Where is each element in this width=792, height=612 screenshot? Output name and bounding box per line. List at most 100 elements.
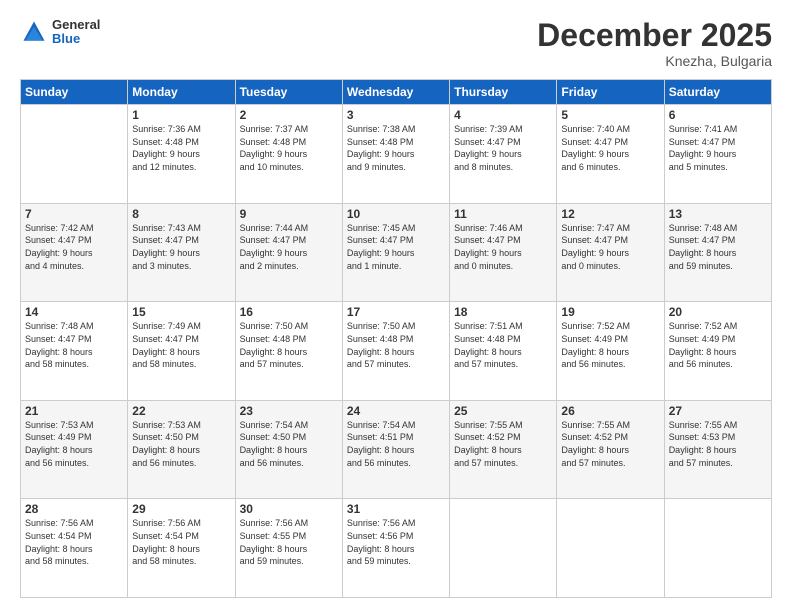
day-info: Sunrise: 7:42 AMSunset: 4:47 PMDaylight:… xyxy=(25,222,123,272)
day-info: Sunrise: 7:43 AMSunset: 4:47 PMDaylight:… xyxy=(132,222,230,272)
header-monday: Monday xyxy=(128,80,235,105)
day-number: 1 xyxy=(132,108,230,122)
day-number: 4 xyxy=(454,108,552,122)
day-info: Sunrise: 7:48 AMSunset: 4:47 PMDaylight:… xyxy=(669,222,767,272)
day-info: Sunrise: 7:55 AMSunset: 4:53 PMDaylight:… xyxy=(669,419,767,469)
day-cell: 4Sunrise: 7:39 AMSunset: 4:47 PMDaylight… xyxy=(450,105,557,204)
day-number: 17 xyxy=(347,305,445,319)
header-thursday: Thursday xyxy=(450,80,557,105)
header: General Blue December 2025 Knezha, Bulga… xyxy=(20,18,772,69)
day-cell xyxy=(664,499,771,598)
week-row-2: 7Sunrise: 7:42 AMSunset: 4:47 PMDaylight… xyxy=(21,203,772,302)
header-sunday: Sunday xyxy=(21,80,128,105)
day-number: 24 xyxy=(347,404,445,418)
location: Knezha, Bulgaria xyxy=(537,53,772,69)
day-cell: 19Sunrise: 7:52 AMSunset: 4:49 PMDayligh… xyxy=(557,302,664,401)
day-info: Sunrise: 7:39 AMSunset: 4:47 PMDaylight:… xyxy=(454,123,552,173)
day-info: Sunrise: 7:48 AMSunset: 4:47 PMDaylight:… xyxy=(25,320,123,370)
day-cell: 20Sunrise: 7:52 AMSunset: 4:49 PMDayligh… xyxy=(664,302,771,401)
weekday-header-row: Sunday Monday Tuesday Wednesday Thursday… xyxy=(21,80,772,105)
day-number: 29 xyxy=(132,502,230,516)
logo-text: General Blue xyxy=(52,18,100,47)
day-number: 27 xyxy=(669,404,767,418)
day-info: Sunrise: 7:52 AMSunset: 4:49 PMDaylight:… xyxy=(669,320,767,370)
day-info: Sunrise: 7:56 AMSunset: 4:56 PMDaylight:… xyxy=(347,517,445,567)
day-cell: 26Sunrise: 7:55 AMSunset: 4:52 PMDayligh… xyxy=(557,400,664,499)
week-row-5: 28Sunrise: 7:56 AMSunset: 4:54 PMDayligh… xyxy=(21,499,772,598)
logo: General Blue xyxy=(20,18,100,47)
day-cell: 1Sunrise: 7:36 AMSunset: 4:48 PMDaylight… xyxy=(128,105,235,204)
day-info: Sunrise: 7:46 AMSunset: 4:47 PMDaylight:… xyxy=(454,222,552,272)
day-cell: 16Sunrise: 7:50 AMSunset: 4:48 PMDayligh… xyxy=(235,302,342,401)
day-number: 22 xyxy=(132,404,230,418)
day-cell: 11Sunrise: 7:46 AMSunset: 4:47 PMDayligh… xyxy=(450,203,557,302)
day-number: 23 xyxy=(240,404,338,418)
day-info: Sunrise: 7:50 AMSunset: 4:48 PMDaylight:… xyxy=(240,320,338,370)
day-info: Sunrise: 7:56 AMSunset: 4:55 PMDaylight:… xyxy=(240,517,338,567)
month-title: December 2025 xyxy=(537,18,772,53)
day-info: Sunrise: 7:38 AMSunset: 4:48 PMDaylight:… xyxy=(347,123,445,173)
day-cell: 13Sunrise: 7:48 AMSunset: 4:47 PMDayligh… xyxy=(664,203,771,302)
day-cell xyxy=(450,499,557,598)
day-info: Sunrise: 7:54 AMSunset: 4:51 PMDaylight:… xyxy=(347,419,445,469)
day-cell: 21Sunrise: 7:53 AMSunset: 4:49 PMDayligh… xyxy=(21,400,128,499)
day-number: 7 xyxy=(25,207,123,221)
header-friday: Friday xyxy=(557,80,664,105)
day-info: Sunrise: 7:55 AMSunset: 4:52 PMDaylight:… xyxy=(561,419,659,469)
day-info: Sunrise: 7:37 AMSunset: 4:48 PMDaylight:… xyxy=(240,123,338,173)
calendar-table: Sunday Monday Tuesday Wednesday Thursday… xyxy=(20,79,772,598)
day-cell: 25Sunrise: 7:55 AMSunset: 4:52 PMDayligh… xyxy=(450,400,557,499)
day-cell: 18Sunrise: 7:51 AMSunset: 4:48 PMDayligh… xyxy=(450,302,557,401)
week-row-3: 14Sunrise: 7:48 AMSunset: 4:47 PMDayligh… xyxy=(21,302,772,401)
day-cell xyxy=(557,499,664,598)
day-number: 13 xyxy=(669,207,767,221)
day-number: 6 xyxy=(669,108,767,122)
day-number: 16 xyxy=(240,305,338,319)
day-cell: 9Sunrise: 7:44 AMSunset: 4:47 PMDaylight… xyxy=(235,203,342,302)
day-info: Sunrise: 7:53 AMSunset: 4:50 PMDaylight:… xyxy=(132,419,230,469)
header-tuesday: Tuesday xyxy=(235,80,342,105)
day-number: 19 xyxy=(561,305,659,319)
day-cell: 24Sunrise: 7:54 AMSunset: 4:51 PMDayligh… xyxy=(342,400,449,499)
day-cell: 27Sunrise: 7:55 AMSunset: 4:53 PMDayligh… xyxy=(664,400,771,499)
day-number: 12 xyxy=(561,207,659,221)
day-info: Sunrise: 7:55 AMSunset: 4:52 PMDaylight:… xyxy=(454,419,552,469)
day-info: Sunrise: 7:53 AMSunset: 4:49 PMDaylight:… xyxy=(25,419,123,469)
day-info: Sunrise: 7:47 AMSunset: 4:47 PMDaylight:… xyxy=(561,222,659,272)
day-cell: 22Sunrise: 7:53 AMSunset: 4:50 PMDayligh… xyxy=(128,400,235,499)
day-number: 15 xyxy=(132,305,230,319)
day-number: 26 xyxy=(561,404,659,418)
header-saturday: Saturday xyxy=(664,80,771,105)
day-info: Sunrise: 7:36 AMSunset: 4:48 PMDaylight:… xyxy=(132,123,230,173)
day-info: Sunrise: 7:50 AMSunset: 4:48 PMDaylight:… xyxy=(347,320,445,370)
day-info: Sunrise: 7:40 AMSunset: 4:47 PMDaylight:… xyxy=(561,123,659,173)
day-info: Sunrise: 7:49 AMSunset: 4:47 PMDaylight:… xyxy=(132,320,230,370)
day-number: 30 xyxy=(240,502,338,516)
day-number: 11 xyxy=(454,207,552,221)
day-cell: 31Sunrise: 7:56 AMSunset: 4:56 PMDayligh… xyxy=(342,499,449,598)
day-number: 25 xyxy=(454,404,552,418)
day-info: Sunrise: 7:44 AMSunset: 4:47 PMDaylight:… xyxy=(240,222,338,272)
day-info: Sunrise: 7:56 AMSunset: 4:54 PMDaylight:… xyxy=(25,517,123,567)
day-cell: 2Sunrise: 7:37 AMSunset: 4:48 PMDaylight… xyxy=(235,105,342,204)
day-cell: 6Sunrise: 7:41 AMSunset: 4:47 PMDaylight… xyxy=(664,105,771,204)
day-info: Sunrise: 7:45 AMSunset: 4:47 PMDaylight:… xyxy=(347,222,445,272)
day-cell: 7Sunrise: 7:42 AMSunset: 4:47 PMDaylight… xyxy=(21,203,128,302)
day-info: Sunrise: 7:51 AMSunset: 4:48 PMDaylight:… xyxy=(454,320,552,370)
title-area: December 2025 Knezha, Bulgaria xyxy=(537,18,772,69)
day-number: 8 xyxy=(132,207,230,221)
day-info: Sunrise: 7:56 AMSunset: 4:54 PMDaylight:… xyxy=(132,517,230,567)
day-cell xyxy=(21,105,128,204)
day-cell: 10Sunrise: 7:45 AMSunset: 4:47 PMDayligh… xyxy=(342,203,449,302)
day-cell: 23Sunrise: 7:54 AMSunset: 4:50 PMDayligh… xyxy=(235,400,342,499)
day-number: 18 xyxy=(454,305,552,319)
day-number: 3 xyxy=(347,108,445,122)
logo-general-text: General xyxy=(52,18,100,32)
day-cell: 5Sunrise: 7:40 AMSunset: 4:47 PMDaylight… xyxy=(557,105,664,204)
day-number: 31 xyxy=(347,502,445,516)
day-number: 14 xyxy=(25,305,123,319)
day-cell: 17Sunrise: 7:50 AMSunset: 4:48 PMDayligh… xyxy=(342,302,449,401)
day-cell: 3Sunrise: 7:38 AMSunset: 4:48 PMDaylight… xyxy=(342,105,449,204)
day-number: 21 xyxy=(25,404,123,418)
day-number: 20 xyxy=(669,305,767,319)
